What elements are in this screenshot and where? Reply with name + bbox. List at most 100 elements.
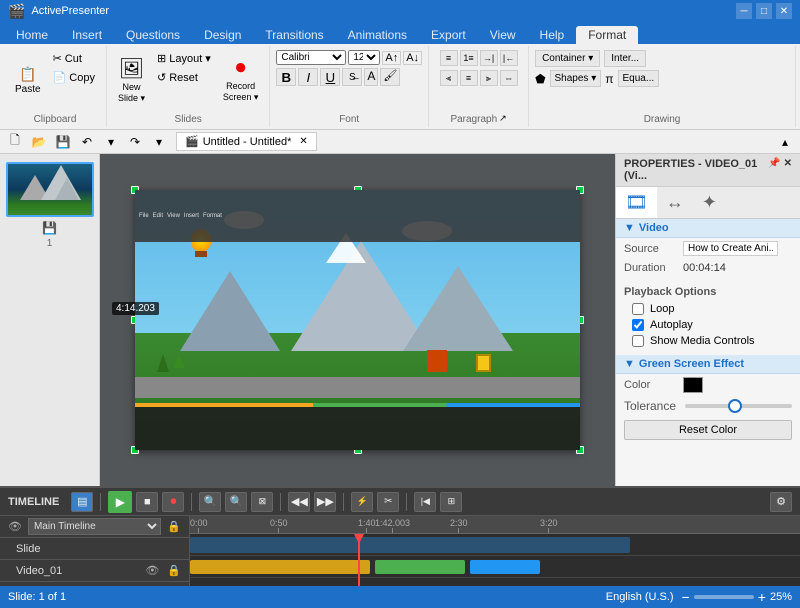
video-track-eye-icon[interactable]: 👁 [143,564,161,577]
slide-clip[interactable] [190,537,630,553]
main-timeline-select[interactable]: Main Timeline [28,518,161,535]
new-slide-button[interactable]: 🖼 New Slide ▾ [113,50,150,110]
font-family-select[interactable]: Calibri [276,50,346,65]
save-btn[interactable]: 💾 [52,132,74,152]
redo-history-btn[interactable]: ▾ [148,132,170,152]
font-color-btn[interactable]: A [364,68,378,86]
panel-close-btn[interactable]: ✕ [784,158,792,182]
timeline-record-btn[interactable]: ⏺ [162,492,184,512]
underline-button[interactable]: U [320,68,340,86]
new-file-btn[interactable]: 🗋 [4,132,26,152]
paste-button[interactable]: 📋 Paste [10,50,46,110]
zoom-slider[interactable] [694,595,754,599]
move-left-btn[interactable]: ◀◀ [288,492,310,512]
tab-questions[interactable]: Questions [114,26,192,44]
record-screen-button[interactable]: ⏺ Record Screen ▾ [218,50,264,110]
justify-btn[interactable]: ⇔ [500,70,518,86]
highlight-btn[interactable]: 🖌 [380,68,400,86]
green-screen-section-header[interactable]: ▼ Green Screen Effect [616,355,800,374]
slide-thumbnail-1[interactable] [6,162,94,217]
tab-transitions[interactable]: Transitions [253,26,335,44]
video-section-header[interactable]: ▼ Video [616,219,800,238]
show-media-label: Show Media Controls [650,335,755,347]
container-btn[interactable]: Container ▾ [535,50,600,67]
zoom-fit-btn[interactable]: ⊠ [251,492,273,512]
video-track-lock-icon[interactable]: 🔒 [165,564,183,577]
close-doc-btn[interactable]: ✕ [299,136,307,147]
indent-less-btn[interactable]: |← [500,50,518,66]
minimize-button[interactable]: ─ [736,3,752,19]
show-media-checkbox[interactable] [632,335,644,347]
loop-checkbox[interactable] [632,303,644,315]
expand-btn[interactable]: ⊞ [440,492,462,512]
numbered-list-btn[interactable]: 1≡ [460,50,478,66]
zoom-out-tl-btn[interactable]: 🔍 [199,492,221,512]
strikethrough-button[interactable]: S̶ [342,68,362,86]
zoom-in-btn[interactable]: + [758,589,766,605]
tab-insert[interactable]: Insert [60,26,114,44]
copy-button[interactable]: 📄 Copy [48,69,100,86]
increase-font-btn[interactable]: A↑ [382,51,401,65]
document-tab[interactable]: 🎬 Untitled - Untitled* ✕ [176,132,317,151]
align-left-btn[interactable]: ⫷ [440,70,458,86]
tolerance-slider-thumb[interactable] [728,399,742,413]
tab-design[interactable]: Design [192,26,253,44]
source-input[interactable] [683,241,778,256]
indent-more-btn[interactable]: →| [480,50,498,66]
props-tab-effects[interactable]: ✦ [693,187,726,218]
maximize-button[interactable]: □ [756,3,772,19]
tab-view[interactable]: View [478,26,528,44]
zoom-out-btn[interactable]: − [682,589,690,605]
open-file-btn[interactable]: 📂 [28,132,50,152]
font-size-select[interactable]: 12 [348,50,380,65]
bullet-list-btn[interactable]: ≡ [440,50,458,66]
video-clip-3[interactable] [470,560,540,574]
timeline-ruler-and-tracks: 0:00 0:50 1:40 1:42.003 2:30 [190,516,800,586]
properties-header: PROPERTIES - VIDEO_01 (Vi... 📌 ✕ [616,154,800,187]
props-tab-video[interactable]: 🎞 [616,187,657,218]
color-swatch[interactable] [683,377,703,393]
slide-save-icon[interactable]: 💾 [42,221,57,235]
timeline-view-btn[interactable]: ▤ [71,492,93,512]
props-tab-transitions[interactable]: ↔ [657,187,693,218]
equation-btn[interactable]: Equa... [618,70,660,87]
tab-help[interactable]: Help [528,26,577,44]
align-right-btn[interactable]: ⫸ [480,70,498,86]
play-button[interactable]: ▶ [108,491,132,513]
redo-btn[interactable]: ↷ [124,132,146,152]
tab-home[interactable]: Home [4,26,60,44]
video-clip-1[interactable] [190,560,370,574]
inter-btn[interactable]: Inter... [604,50,646,67]
tab-animations[interactable]: Animations [336,26,419,44]
main-timeline-lock-icon[interactable]: 🔒 [165,520,183,533]
move-right-btn[interactable]: ▶▶ [314,492,336,512]
zoom-in-tl-btn[interactable]: 🔍 [225,492,247,512]
paragraph-expand-icon[interactable]: ↗ [499,113,507,124]
ribbon-group-container: Container ▾ Inter... ⬟ Shapes ▾ π Equa..… [529,46,796,127]
undo-history-btn[interactable]: ▾ [100,132,122,152]
bold-button[interactable]: B [276,68,296,86]
delete-btn[interactable]: ✂ [377,492,399,512]
close-button[interactable]: ✕ [776,3,792,19]
slide-canvas[interactable]: File Edit View Insert Format [135,190,580,450]
reset-color-button[interactable]: Reset Color [624,420,792,440]
settings-btn[interactable]: ⚙ [770,492,792,512]
main-timeline-eye-icon[interactable]: 👁 [6,520,24,533]
decrease-font-btn[interactable]: A↓ [403,51,422,65]
layout-button[interactable]: ⊞ Layout ▾ [152,50,216,67]
tab-export[interactable]: Export [419,26,478,44]
panel-pin-btn[interactable]: 📌 [768,158,780,182]
undo-btn[interactable]: ↶ [76,132,98,152]
video-clip-2[interactable] [375,560,465,574]
split-btn[interactable]: ⚡ [351,492,373,512]
align-center-btn[interactable]: ≡ [460,70,478,86]
timeline-stop-btn[interactable]: ■ [136,492,158,512]
autoplay-checkbox[interactable] [632,319,644,331]
shapes-btn[interactable]: Shapes ▾ [550,70,602,87]
cut-button[interactable]: ✂ Cut [48,50,100,67]
align-left-tl-btn[interactable]: |◀ [414,492,436,512]
collapse-ribbon-btn[interactable]: ▴ [774,132,796,152]
tab-format[interactable]: Format [576,26,638,44]
italic-button[interactable]: I [298,68,318,86]
reset-button[interactable]: ↺ Reset [152,69,216,86]
